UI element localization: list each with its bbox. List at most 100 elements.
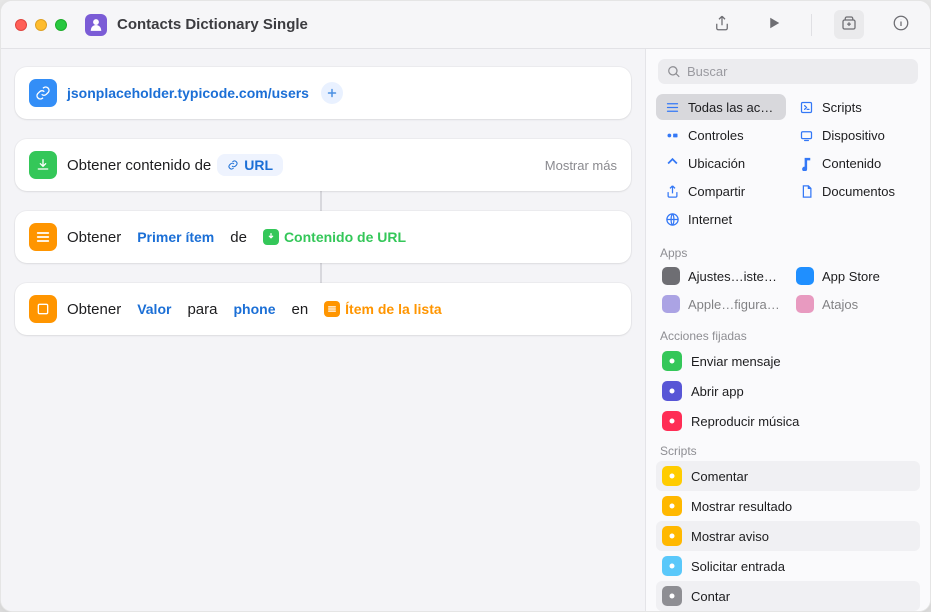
apps-grid: Ajustes…istema App Store Apple…figurator At… xyxy=(646,263,930,321)
app-label: App Store xyxy=(822,269,880,284)
url-variable-token[interactable]: URL xyxy=(217,154,283,176)
item-variable-token[interactable]: Ítem de la lista xyxy=(314,298,451,320)
source-variable-token[interactable]: Contenido de URL xyxy=(253,226,416,248)
scripts-list: Comentar Mostrar resultado Mostrar aviso So… xyxy=(646,461,930,611)
category-controles[interactable]: Controles xyxy=(656,122,786,148)
action-reproducir-m-sica[interactable]: Reproducir música xyxy=(656,406,920,436)
action-label: Abrir app xyxy=(691,384,744,399)
app-app-store[interactable]: App Store xyxy=(790,263,920,289)
action-icon xyxy=(662,586,682,606)
list-icon xyxy=(29,223,57,251)
action-icon xyxy=(662,556,682,576)
category-label: Ubicación xyxy=(688,156,745,171)
app-label: Ajustes…istema xyxy=(688,269,780,284)
titlebar: Contacts Dictionary Single xyxy=(1,1,930,49)
main-split: jsonplaceholder.typicode.com/users Obten… xyxy=(1,49,930,611)
categories-grid: Todas las acci… Scripts ControlesDispositi… xyxy=(646,92,930,238)
category-compartir[interactable]: Compartir xyxy=(656,178,786,204)
category-label: Internet xyxy=(688,212,732,227)
search-icon xyxy=(667,65,681,79)
action-label: Mostrar aviso xyxy=(691,529,769,544)
category-icon xyxy=(664,155,680,171)
action-get-contents-body: Obtener contenido de URL xyxy=(67,154,535,176)
share-button[interactable] xyxy=(707,10,737,39)
get-item-verb: Obtener xyxy=(67,229,121,246)
app-ajustes-istema[interactable]: Ajustes…istema xyxy=(656,263,786,289)
action-abrir-app[interactable]: Abrir app xyxy=(656,376,920,406)
item-variable-label: Ítem de la lista xyxy=(345,301,441,317)
get-contents-label: Obtener contenido de xyxy=(67,157,211,174)
category-icon xyxy=(798,155,814,171)
shortcut-icon xyxy=(85,14,107,36)
toolbar-divider xyxy=(811,14,812,36)
category-internet[interactable]: Internet xyxy=(656,206,786,232)
category-icon xyxy=(664,99,680,115)
category-ubicaci-n[interactable]: Ubicación xyxy=(656,150,786,176)
action-comentar[interactable]: Comentar xyxy=(656,461,920,491)
category-icon xyxy=(798,127,814,143)
window: Contacts Dictionary Single xyxy=(0,0,931,612)
action-get-value[interactable]: Obtener Valor para phone en Ítem de la l… xyxy=(15,283,631,335)
library-scroll[interactable]: Todas las acci… Scripts ControlesDispositi… xyxy=(646,92,930,611)
category-label: Scripts xyxy=(822,100,862,115)
run-button[interactable] xyxy=(759,10,789,39)
get-item-of: de xyxy=(230,229,247,246)
url-value[interactable]: jsonplaceholder.typicode.com/users xyxy=(67,85,309,101)
window-zoom[interactable] xyxy=(55,19,67,31)
action-icon xyxy=(662,466,682,486)
add-url-button[interactable] xyxy=(321,82,343,104)
category-icon xyxy=(798,183,814,199)
action-icon xyxy=(662,351,682,371)
library-button[interactable] xyxy=(834,10,864,39)
value-token[interactable]: Valor xyxy=(127,298,181,320)
action-url-body: jsonplaceholder.typicode.com/users xyxy=(67,82,617,104)
library-sidebar: Todas las acci… Scripts ControlesDispositi… xyxy=(645,49,930,611)
search-input[interactable] xyxy=(687,64,909,79)
workflow-canvas[interactable]: jsonplaceholder.typicode.com/users Obten… xyxy=(1,49,645,611)
get-value-in: en xyxy=(291,301,308,318)
category-contenido[interactable]: Contenido xyxy=(790,150,920,176)
window-close[interactable] xyxy=(15,19,27,31)
url-variable-label: URL xyxy=(244,157,273,173)
app-label: Atajos xyxy=(822,297,858,312)
pinned-list: Enviar mensaje Abrir app Reproducir música xyxy=(646,346,930,436)
category-documentos[interactable]: Documentos xyxy=(790,178,920,204)
category-label: Compartir xyxy=(688,184,745,199)
category-label: Contenido xyxy=(822,156,881,171)
library-search[interactable] xyxy=(658,59,918,84)
action-contar[interactable]: Contar xyxy=(656,581,920,611)
get-value-verb: Obtener xyxy=(67,301,121,318)
app-icon xyxy=(796,267,814,285)
show-more-button[interactable]: Mostrar más xyxy=(545,158,617,173)
category-scripts[interactable]: Scripts xyxy=(790,94,920,120)
action-enviar-mensaje[interactable]: Enviar mensaje xyxy=(656,346,920,376)
category-icon xyxy=(664,211,680,227)
action-label: Reproducir música xyxy=(691,414,799,429)
app-icon xyxy=(796,295,814,313)
category-todas-las-acci-[interactable]: Todas las acci… xyxy=(656,94,786,120)
app-atajos[interactable]: Atajos xyxy=(790,291,920,317)
window-minimize[interactable] xyxy=(35,19,47,31)
item-selector-token[interactable]: Primer ítem xyxy=(127,226,224,248)
key-token[interactable]: phone xyxy=(223,298,285,320)
action-icon xyxy=(662,411,682,431)
action-mostrar-aviso[interactable]: Mostrar aviso xyxy=(656,521,920,551)
action-get-item-body: Obtener Primer ítem de Contenido de URL xyxy=(67,226,617,248)
info-button[interactable] xyxy=(886,10,916,39)
category-icon xyxy=(664,183,680,199)
dictionary-icon xyxy=(29,295,57,323)
action-label: Contar xyxy=(691,589,730,604)
app-apple-figurator[interactable]: Apple…figurator xyxy=(656,291,786,317)
action-get-contents[interactable]: Obtener contenido de URL Mostrar más xyxy=(15,139,631,191)
app-icon xyxy=(662,295,680,313)
action-label: Mostrar resultado xyxy=(691,499,792,514)
action-mostrar-resultado[interactable]: Mostrar resultado xyxy=(656,491,920,521)
action-get-item[interactable]: Obtener Primer ítem de Contenido de URL xyxy=(15,211,631,263)
action-icon xyxy=(662,381,682,401)
category-dispositivo[interactable]: Dispositivo xyxy=(790,122,920,148)
action-solicitar-entrada[interactable]: Solicitar entrada xyxy=(656,551,920,581)
action-icon xyxy=(662,526,682,546)
action-url[interactable]: jsonplaceholder.typicode.com/users xyxy=(15,67,631,119)
action-get-value-body: Obtener Valor para phone en Ítem de la l… xyxy=(67,298,617,320)
action-label: Solicitar entrada xyxy=(691,559,785,574)
